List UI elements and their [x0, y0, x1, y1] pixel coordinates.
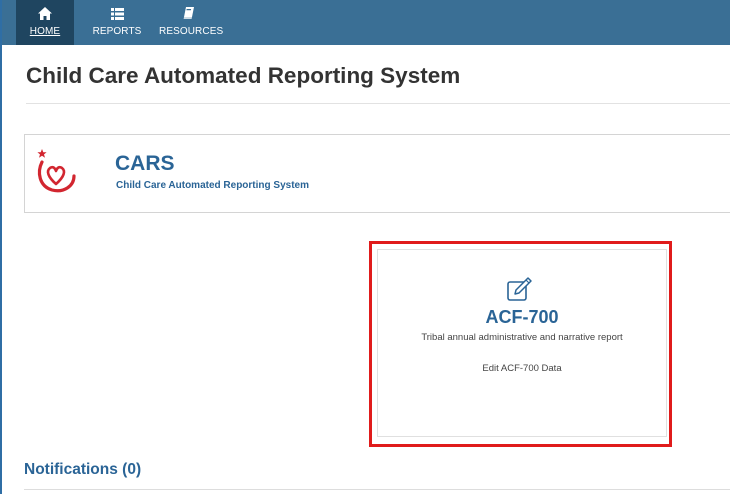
card-title: ACF-700: [485, 307, 559, 327]
nav-home-label: HOME: [29, 26, 61, 37]
edit-acf-700-link[interactable]: Edit ACF-700 Data: [378, 363, 666, 374]
brand-panel: CARS Child Care Automated Reporting Syst…: [24, 134, 730, 213]
top-navigation-bar: HOME REPORTS RESOURCES: [2, 0, 730, 45]
nav-resources-label: RESOURCES: [159, 26, 224, 37]
brand-name: CARS: [115, 152, 175, 175]
page-title: Child Care Automated Reporting System: [26, 63, 461, 88]
card-description: Tribal annual administrative and narrati…: [421, 332, 623, 343]
nav-reports[interactable]: REPORTS: [88, 0, 146, 45]
list-icon: [88, 0, 146, 26]
edit-icon: [507, 277, 532, 301]
acf-700-card[interactable]: ACF-700 Tribal annual administrative and…: [377, 249, 667, 437]
cars-logo-icon: [37, 149, 76, 193]
notifications-divider: [24, 489, 730, 490]
left-edge-rule: [0, 0, 2, 494]
brand-subtitle: Child Care Automated Reporting System: [116, 180, 309, 191]
home-icon: [16, 0, 74, 26]
book-icon: [159, 0, 217, 26]
notifications-heading: Notifications (0): [24, 461, 142, 478]
nav-reports-label: REPORTS: [92, 26, 142, 37]
nav-resources[interactable]: RESOURCES: [159, 0, 224, 45]
nav-home[interactable]: HOME: [16, 0, 74, 45]
title-divider: [26, 103, 730, 104]
